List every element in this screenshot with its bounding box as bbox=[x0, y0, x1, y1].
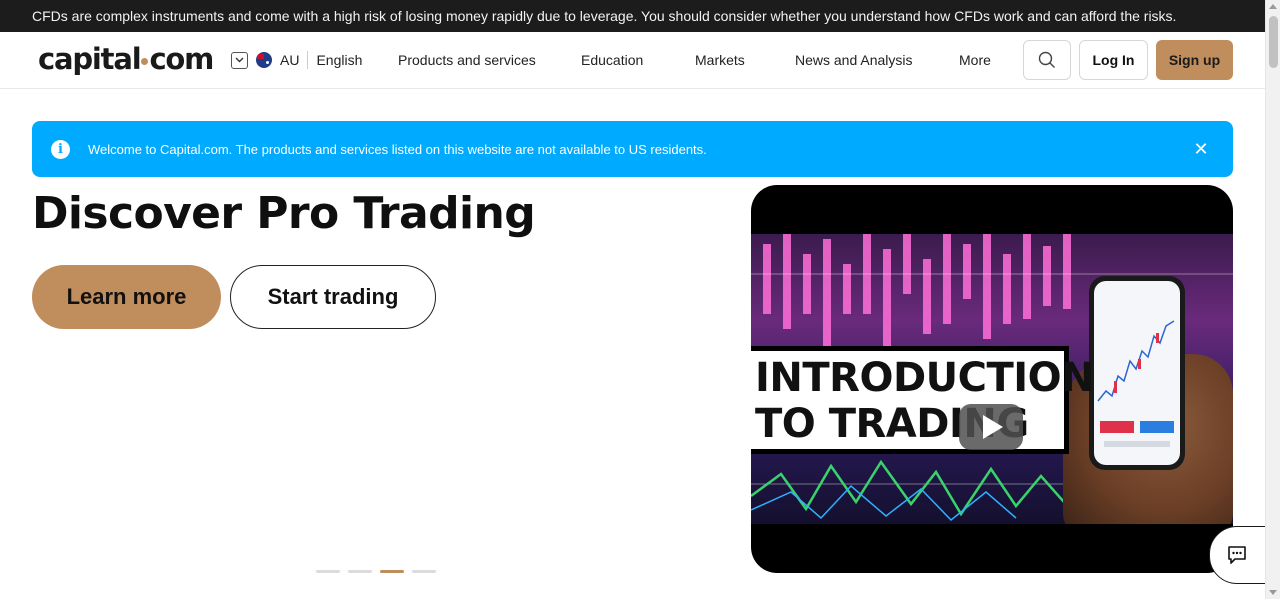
site-header: capital com AU English Products and servi… bbox=[0, 32, 1265, 89]
video-title-line-1: INTRODUCTION bbox=[755, 355, 1095, 401]
video-thumbnail: INTRODUCTION TO TRADING bbox=[751, 234, 1233, 524]
phone-mockup bbox=[1089, 276, 1185, 470]
region-code: AU bbox=[280, 52, 300, 68]
us-residents-notice: i Welcome to Capital.com. The products a… bbox=[32, 121, 1233, 177]
chevron-down-icon[interactable] bbox=[231, 51, 248, 69]
carousel-indicators bbox=[316, 570, 436, 573]
scroll-up-arrow-icon[interactable] bbox=[1269, 4, 1277, 9]
chat-icon bbox=[1228, 546, 1246, 564]
sign-up-button[interactable]: Sign up bbox=[1156, 40, 1233, 80]
play-icon[interactable] bbox=[959, 404, 1023, 450]
nav-more[interactable]: More bbox=[959, 52, 991, 68]
search-icon bbox=[1038, 51, 1055, 68]
learn-more-button[interactable]: Learn more bbox=[32, 265, 221, 329]
carousel-dot-2[interactable] bbox=[348, 570, 372, 573]
scroll-down-arrow-icon[interactable] bbox=[1269, 590, 1277, 595]
start-trading-button[interactable]: Start trading bbox=[230, 265, 436, 329]
carousel-dot-1[interactable] bbox=[316, 570, 340, 573]
risk-warning-text: CFDs are complex instruments and come wi… bbox=[32, 8, 1177, 24]
capital-com-logo[interactable]: capital com bbox=[38, 42, 214, 76]
log-in-button[interactable]: Log In bbox=[1079, 40, 1148, 80]
carousel-dot-3[interactable] bbox=[380, 570, 404, 573]
search-button[interactable] bbox=[1023, 40, 1071, 80]
hero-title: Discover Pro Trading bbox=[32, 188, 536, 239]
logo-text-right: com bbox=[149, 42, 214, 76]
intro-video-player[interactable]: INTRODUCTION TO TRADING bbox=[751, 185, 1233, 573]
language-label: English bbox=[316, 52, 363, 68]
page-scrollbar[interactable] bbox=[1265, 0, 1280, 599]
nav-news-and-analysis[interactable]: News and Analysis bbox=[795, 52, 913, 68]
risk-warning-banner: CFDs are complex instruments and come wi… bbox=[0, 0, 1265, 32]
region-language-selector[interactable]: AU English bbox=[231, 51, 362, 69]
carousel-dot-4[interactable] bbox=[412, 570, 436, 573]
chat-button[interactable] bbox=[1209, 526, 1271, 584]
australia-flag-icon bbox=[256, 52, 272, 68]
nav-markets[interactable]: Markets bbox=[695, 52, 745, 68]
close-icon[interactable]: ✕ bbox=[1191, 139, 1211, 159]
video-title-line-2: TO TRADING bbox=[755, 401, 1029, 447]
info-icon: i bbox=[51, 139, 70, 159]
nav-education[interactable]: Education bbox=[581, 52, 643, 68]
logo-dot bbox=[141, 57, 149, 65]
scrollbar-thumb[interactable] bbox=[1269, 16, 1278, 68]
notice-message: Welcome to Capital.com. The products and… bbox=[88, 141, 707, 157]
logo-text-left: capital bbox=[38, 42, 142, 76]
nav-products-and-services[interactable]: Products and services bbox=[398, 52, 536, 68]
divider bbox=[307, 51, 309, 69]
